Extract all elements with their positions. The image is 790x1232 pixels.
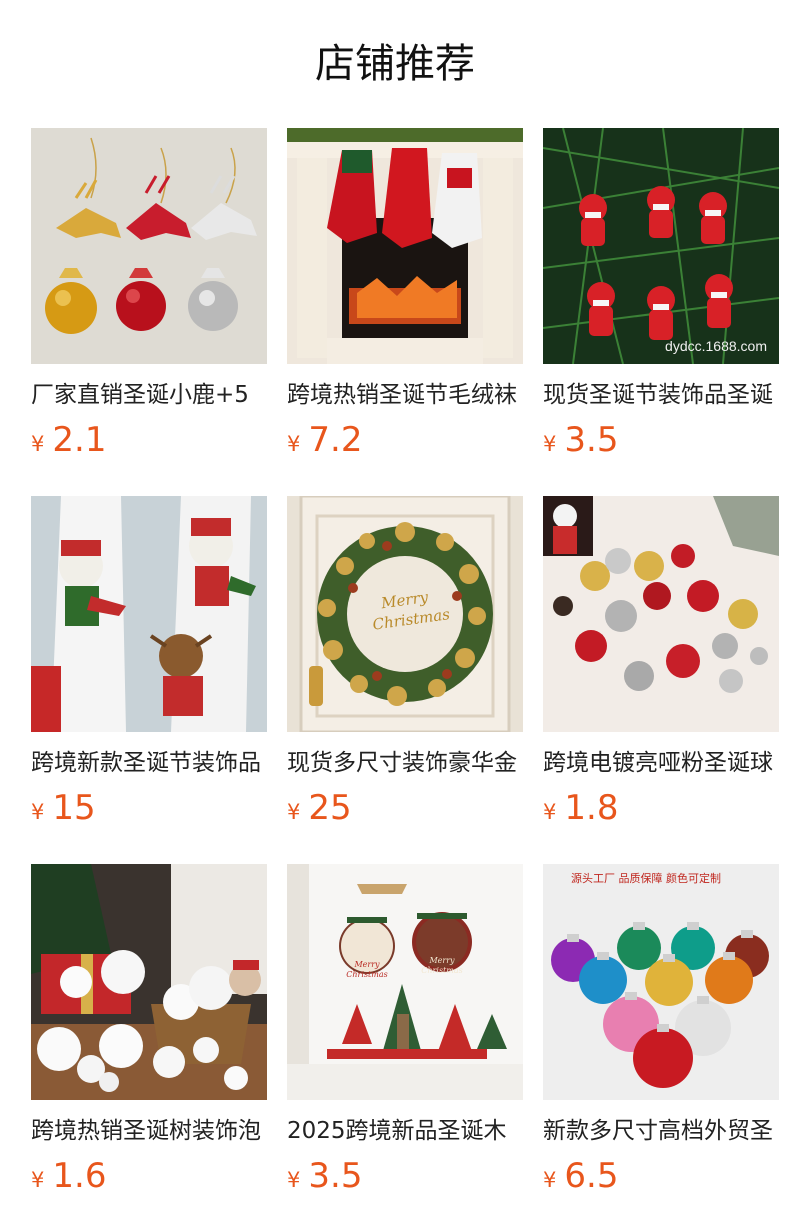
price-value: 6.5 (564, 1156, 619, 1196)
product-name[interactable]: 跨境电镀亮哑粉圣诞球 (543, 746, 779, 780)
product-price: ¥25 (287, 786, 523, 830)
christmas-balls-image[interactable] (543, 496, 779, 732)
product-card[interactable]: 跨境热销圣诞节毛绒袜 ¥7.2 (287, 128, 523, 468)
product-card[interactable]: dydcc.1688.com 现货圣诞节装饰品圣诞 ¥3.5 (543, 128, 779, 468)
sign-text-right: Merry Christmas (421, 956, 463, 975)
product-card[interactable]: 跨境新款圣诞节装饰品 ¥15 (31, 496, 267, 836)
christmas-stocking-fireplace-image[interactable] (287, 128, 523, 364)
product-card[interactable]: 源头工厂 品质保障 颜色可定制 新款多尺寸高档外贸圣 ¥6.5 (543, 864, 779, 1204)
product-name[interactable]: 跨境热销圣诞树装饰泡 (31, 1114, 267, 1148)
watermark-label: dydcc.1688.com (665, 338, 767, 354)
price-value: 25 (308, 788, 352, 828)
foam-balls-image[interactable] (31, 864, 267, 1100)
price-value: 3.5 (308, 1156, 363, 1196)
product-card[interactable]: 跨境热销圣诞树装饰泡 ¥1.6 (31, 864, 267, 1204)
product-name[interactable]: 现货圣诞节装饰品圣诞 (543, 378, 779, 412)
sign-text-left: Merry Christmas (346, 960, 388, 979)
product-price: ¥15 (31, 786, 267, 830)
currency-symbol: ¥ (287, 432, 301, 456)
price-value: 7.2 (308, 420, 363, 460)
product-card[interactable]: 厂家直销圣诞小鹿+5 ¥2.1 (31, 128, 267, 468)
curtain-tieback-doll-image[interactable] (31, 496, 267, 732)
price-value: 2.1 (52, 420, 107, 460)
product-name[interactable]: 跨境新款圣诞节装饰品 (31, 746, 267, 780)
reindeer-ornament-image[interactable] (31, 128, 267, 364)
product-name[interactable]: 现货多尺寸装饰豪华金 (287, 746, 523, 780)
product-price: ¥6.5 (543, 1154, 779, 1198)
product-price: ¥3.5 (543, 418, 779, 462)
price-value: 1.8 (564, 788, 619, 828)
price-value: 1.6 (52, 1156, 107, 1196)
page-title: 店铺推荐 (315, 41, 475, 87)
colored-balls-image[interactable]: 源头工厂 品质保障 颜色可定制 (543, 864, 779, 1100)
currency-symbol: ¥ (31, 1168, 45, 1192)
currency-symbol: ¥ (287, 1168, 301, 1192)
product-name[interactable]: 2025跨境新品圣诞木 (287, 1114, 523, 1148)
product-card[interactable]: 跨境电镀亮哑粉圣诞球 ¥1.8 (543, 496, 779, 836)
product-price: ¥1.6 (31, 1154, 267, 1198)
product-name[interactable]: 厂家直销圣诞小鹿+5 (31, 378, 267, 412)
wooden-christmas-decor-image[interactable]: Merry Christmas Merry Christmas (287, 864, 523, 1100)
currency-symbol: ¥ (543, 432, 557, 456)
product-price: ¥1.8 (543, 786, 779, 830)
currency-symbol: ¥ (287, 800, 301, 824)
currency-symbol: ¥ (543, 1168, 557, 1192)
currency-symbol: ¥ (31, 800, 45, 824)
product-card[interactable]: Merry Christmas 现货多尺寸装饰豪华金 ¥25 (287, 496, 523, 836)
product-price: ¥7.2 (287, 418, 523, 462)
product-price: ¥3.5 (287, 1154, 523, 1198)
product-card[interactable]: Merry Christmas Merry Christmas 2025跨境新品… (287, 864, 523, 1204)
christmas-wreath-image[interactable]: Merry Christmas (287, 496, 523, 732)
currency-symbol: ¥ (31, 432, 45, 456)
product-name[interactable]: 跨境热销圣诞节毛绒袜 (287, 378, 523, 412)
price-value: 3.5 (564, 420, 619, 460)
watermark-label: 源头工厂 品质保障 颜色可定制 (571, 872, 721, 885)
santa-ornament-image[interactable]: dydcc.1688.com (543, 128, 779, 364)
product-price: ¥2.1 (31, 418, 267, 462)
currency-symbol: ¥ (543, 800, 557, 824)
price-value: 15 (52, 788, 96, 828)
product-name[interactable]: 新款多尺寸高档外贸圣 (543, 1114, 779, 1148)
